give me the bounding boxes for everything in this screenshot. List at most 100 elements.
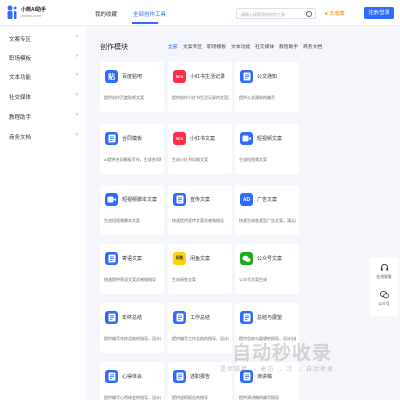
search-placeholder: 请输入搜索您的创作工具: [241, 11, 285, 17]
tab-social[interactable]: 社交媒体: [255, 43, 274, 50]
tool-card-desc: 生成闲鱼文案: [172, 277, 196, 282]
sidebar-item-copywriting[interactable]: 文案专区 ›: [0, 29, 86, 49]
tool-card[interactable]: RED 小红书文案生成小红书风格文案: [168, 124, 232, 174]
xianyu-icon: 闲鱼: [173, 252, 186, 265]
tool-card-desc: 提供公文通知的编写: [239, 95, 275, 100]
tool-card-title: 年终总结: [122, 315, 143, 321]
sidebar-item-business[interactable]: 商务文档 ›: [0, 127, 86, 147]
chevron-right-icon: ›: [76, 53, 78, 59]
document-icon: [105, 311, 118, 324]
tool-card[interactable]: 短视频文案生成短视频文案: [235, 124, 299, 174]
tool-card[interactable]: 闲鱼 闲鱼文案生成闲鱼文案: [168, 244, 232, 294]
sidebar-item-social[interactable]: 社交媒体 ›: [0, 87, 86, 107]
document-icon: [240, 70, 253, 83]
tool-card[interactable]: 短视频脚本文案 生成短视频脚本文案: [100, 185, 164, 235]
tab-all[interactable]: 全部: [168, 43, 178, 50]
xiaohongshu-icon: RED: [173, 70, 186, 83]
sidebar: 文案专区 › 职场模板 › 文本功能 › 社交媒体 › 教程助手 › 商务文档 …: [0, 27, 86, 400]
document-icon: [173, 193, 186, 206]
tool-card-desc: AI提供合同模板写作，生成合同模板的…: [104, 157, 161, 162]
tool-card-title: 演讲稿: [257, 374, 273, 380]
sidebar-item-label: 商务文档: [9, 135, 32, 141]
tool-card[interactable]: 宣传文案 快速提供宣传文案灵感和指导: [168, 185, 232, 235]
top-header: 小熊AI助手 xnaizs.com 我的收藏 全部创作工具 请输入搜索您的创作工…: [0, 0, 400, 26]
tool-card-title: 小红书生活记录: [190, 74, 226, 80]
tab-workplace[interactable]: 职场模板: [207, 43, 226, 50]
tieba-icon: 贴: [105, 70, 118, 83]
nav-all-tools[interactable]: 全部创作工具: [133, 10, 166, 18]
tool-card[interactable]: 工作总结提供编写工作总结的指导，设计出精彩的…: [168, 303, 232, 353]
tool-card-title: 广告文案: [257, 197, 278, 203]
app-logo-icon[interactable]: [6, 4, 18, 20]
document-icon: [105, 370, 118, 383]
video-icon: [240, 132, 253, 145]
chevron-right-icon: ›: [76, 132, 78, 138]
tab-text[interactable]: 文本功能: [231, 43, 250, 50]
search-icon[interactable]: [306, 11, 312, 17]
tab-copywriting[interactable]: 文案专区: [183, 43, 202, 50]
sidebar-item-label: 文本功能: [9, 75, 32, 81]
tool-card-title: 小红书文案: [190, 136, 216, 142]
app-url: xnaizs.com: [21, 13, 42, 18]
tool-card-title: 百度贴吧: [122, 74, 143, 80]
tool-card[interactable]: 年终总结提供编写年终总结的指导，设计出精彩的…: [100, 303, 164, 353]
nav-active-underline: [132, 22, 158, 24]
favorite-button[interactable]: ★去收藏: [324, 10, 345, 17]
tool-card[interactable]: 公文通知 提供公文通知的编写: [235, 62, 299, 112]
tool-card-title: 总结与展望: [257, 315, 283, 321]
tool-card[interactable]: 寄语文案 快速提供寄语文案灵感和指导: [100, 244, 164, 294]
tool-card[interactable]: 合同模板 AI提供合同模板写作，生成合同模板的…: [100, 124, 164, 174]
tool-card-desc: 生成小红书风格文案: [172, 157, 208, 162]
tool-card-desc: 提供编写年终总结的指导，设计出精彩的…: [104, 336, 161, 341]
tab-tutorial[interactable]: 教程助手: [279, 43, 298, 50]
tool-card-title: 合同模板: [122, 136, 143, 142]
chevron-right-icon: ›: [76, 72, 78, 78]
ad-icon: AD: [240, 193, 253, 206]
tool-card-title: 短视频文案: [257, 136, 283, 142]
tool-card-title: 心得体会: [122, 374, 143, 380]
chevron-right-icon: ›: [76, 112, 78, 118]
wechat-icon[interactable]: [380, 290, 389, 299]
tool-card-title: 公众号文案: [257, 256, 283, 262]
chevron-right-icon: ›: [76, 34, 78, 40]
app-name: 小熊AI助手: [21, 7, 47, 13]
tool-card-desc: 快速提供宣传文案灵感和指导: [172, 218, 224, 223]
float-panel: 在线客服 公众号: [370, 258, 398, 316]
search-input[interactable]: 请输入搜索您的创作工具: [236, 8, 316, 19]
float-label-service[interactable]: 在线客服: [370, 275, 398, 280]
document-icon: [240, 311, 253, 324]
headset-icon[interactable]: [380, 263, 389, 272]
sidebar-item-label: 教程助手: [9, 115, 32, 121]
xiaohongshu-icon: RED: [173, 132, 186, 145]
tool-card[interactable]: 公众号文案 公众号文案生成: [235, 244, 299, 294]
sidebar-item-text[interactable]: 文本功能 ›: [0, 67, 86, 87]
nav-my-favorites[interactable]: 我的收藏: [95, 10, 117, 18]
tool-card[interactable]: AD 广告文案快速生成各类型广告文案，满足广告宣传…: [235, 185, 299, 235]
sidebar-item-workplace[interactable]: 职场模板 ›: [0, 48, 86, 68]
tool-card-desc: 生成短视频文案: [239, 157, 267, 162]
login-button[interactable]: 注册/登录: [364, 7, 394, 19]
document-icon: [105, 252, 118, 265]
watermark-text: 自动秒收录: [232, 343, 333, 364]
tool-card-desc: 提供述职报告的指导: [172, 395, 208, 400]
tool-card-desc: 提供编写工作总结的指导，设计出精彩的…: [172, 336, 229, 341]
tool-card[interactable]: RED 小红书生活记录提供创作小红书生活记录的文案灵感和…: [168, 62, 232, 112]
tool-card[interactable]: 心得体会提供编写心得体会的指导，设计出精彩的…: [100, 362, 164, 400]
video-icon: [105, 193, 118, 206]
tool-card-title: 工作总结: [190, 315, 211, 321]
float-label-official[interactable]: 公众号: [370, 302, 398, 307]
tool-card[interactable]: 贴百度贴吧提供创作百度贴吧文案: [100, 62, 164, 112]
sidebar-item-tutorial[interactable]: 教程助手 ›: [0, 107, 86, 127]
tool-card-desc: 快速生成各类型广告文案，满足广告宣传…: [239, 218, 296, 223]
tool-card-title: 寄语文案: [122, 256, 143, 262]
tool-card-title: 闲鱼文案: [190, 256, 211, 262]
document-icon: [173, 311, 186, 324]
section-title: 创作模块: [100, 44, 128, 51]
wechat-icon: [240, 252, 253, 265]
document-icon: [105, 132, 118, 145]
sidebar-item-label: 社交媒体: [9, 95, 32, 101]
tool-card-desc: 提供创作百度贴吧文案: [104, 95, 144, 100]
chevron-right-icon: ›: [76, 92, 78, 98]
tab-business[interactable]: 商务文档: [303, 43, 322, 50]
sidebar-item-label: 文案专区: [9, 37, 32, 43]
